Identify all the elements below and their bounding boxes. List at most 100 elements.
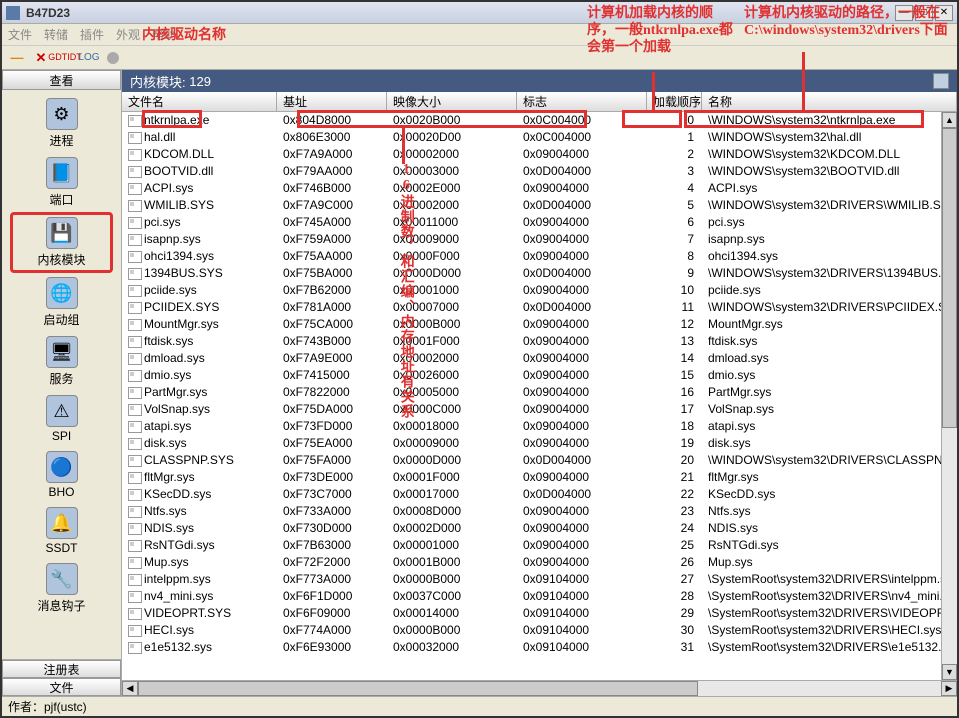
sidebar-item-7[interactable]: 🔔SSDT [2,503,121,559]
table-row[interactable]: KDCOM.DLL0xF7A9A0000x000020000x090040002… [122,146,941,163]
sidebar-item-3[interactable]: 🌐启动组 [2,273,121,332]
scroll-down-icon[interactable]: ▼ [942,664,957,680]
table-row[interactable]: hal.dll0x806E30000x00020D000x0C0040001\W… [122,129,941,146]
cell-file: dmload.sys [144,350,205,367]
sidebar-item-2[interactable]: 💾内核模块 [10,212,113,273]
save-icon[interactable] [933,73,949,89]
col-flag[interactable]: 标志 [517,92,647,111]
table-row[interactable]: e1e5132.sys0xF6E930000x000320000x0910400… [122,639,941,656]
scroll-left-icon[interactable]: ◀ [122,681,138,696]
hscroll-thumb[interactable] [138,681,698,696]
table-row[interactable]: pci.sys0xF745A0000x000110000x090040006pc… [122,214,941,231]
scroll-right-icon[interactable]: ▶ [941,681,957,696]
scroll-thumb[interactable] [942,128,957,428]
table-row[interactable]: pciide.sys0xF7B620000x000010000x09004000… [122,282,941,299]
toolbar-gdt-idt-button[interactable]: GDTIDT [56,49,74,67]
col-base[interactable]: 基址 [277,92,387,111]
cell-base: 0xF7415000 [277,367,387,384]
sidebar-item-5[interactable]: ⚠ SPI [2,391,121,447]
toolbar-minimize-icon[interactable]: — [8,49,26,67]
table-row[interactable]: RsNTGdi.sys0xF7B630000x000010000x0900400… [122,537,941,554]
sidebar-icon: ⚠ [46,395,78,427]
close-button[interactable]: ✕ [935,5,953,21]
sidebar-item-8[interactable]: 🔧消息钩子 [2,559,121,618]
table-row[interactable]: 1394BUS.SYS0xF75BA0000x0000D0000x0D00400… [122,265,941,282]
table-row[interactable]: HECI.sys0xF774A0000x0000B0000x0910400030… [122,622,941,639]
menu-help[interactable]: 帮助 [152,26,176,43]
table-row[interactable]: dmio.sys0xF74150000x000260000x0900400015… [122,367,941,384]
sidebar-item-0[interactable]: ⚙进程 [2,94,121,153]
cell-size: 0x00001000 [387,537,517,554]
menu-transfer[interactable]: 转储 [44,26,68,43]
toolbar-log-button[interactable]: LOG [80,49,98,67]
table-row[interactable]: atapi.sys0xF73FD0000x000180000x090040001… [122,418,941,435]
cell-name: \WINDOWS\system32\hal.dll [702,129,941,146]
cell-base: 0xF7B63000 [277,537,387,554]
table-row[interactable]: disk.sys0xF75EA0000x000090000x0900400019… [122,435,941,452]
menubar: 文件 转储 插件 外观 帮助 [2,24,957,46]
table-row[interactable]: intelppm.sys0xF773A0000x0000B0000x091040… [122,571,941,588]
sidebar-footer-file[interactable]: 文件 [2,678,121,696]
table-row[interactable]: PartMgr.sys0xF78220000x000050000x0900400… [122,384,941,401]
sidebar-icon: 📘 [46,157,78,189]
cell-size: 0x0000B000 [387,571,517,588]
table-row[interactable]: Ntfs.sys0xF733A0000x0008D0000x0900400023… [122,503,941,520]
table-row[interactable]: ntkrnlpa.exe0x804D80000x0020B0000x0C0040… [122,112,941,129]
file-icon [128,506,142,518]
maximize-button[interactable]: □ [915,5,933,21]
sidebar-header[interactable]: 查看 [2,70,121,90]
cell-size: 0x00011000 [387,214,517,231]
table-row[interactable]: KSecDD.sys0xF73C70000x000170000x0D004000… [122,486,941,503]
scroll-up-icon[interactable]: ▲ [942,112,957,128]
table-row[interactable]: NDIS.sys0xF730D0000x0002D0000x0900400024… [122,520,941,537]
cell-file: fltMgr.sys [144,469,195,486]
cell-order: 12 [647,316,702,333]
toolbar-dot-button[interactable] [104,49,122,67]
table-row[interactable]: VolSnap.sys0xF75DA0000x0000C0000x0900400… [122,401,941,418]
table-row[interactable]: ohci1394.sys0xF75AA0000x0000F0000x090040… [122,248,941,265]
sidebar-footer-registry[interactable]: 注册表 [2,660,121,678]
file-icon [128,591,142,603]
col-name[interactable]: 名称 [702,92,957,111]
cell-flag: 0x09004000 [517,214,647,231]
cell-flag: 0x0C004000 [517,112,647,129]
table-row[interactable]: PCIIDEX.SYS0xF781A0000x000070000x0D00400… [122,299,941,316]
sidebar-item-1[interactable]: 📘端口 [2,153,121,212]
menu-file[interactable]: 文件 [8,26,32,43]
table-row[interactable]: fltMgr.sys0xF73DE0000x0001F0000x09004000… [122,469,941,486]
table-row[interactable]: WMILIB.SYS0xF7A9C0000x000020000x0D004000… [122,197,941,214]
cell-size: 0x0001B000 [387,554,517,571]
table-row[interactable]: Mup.sys0xF72F20000x0001B0000x0900400026M… [122,554,941,571]
table-row[interactable]: nv4_mini.sys0xF6F1D0000x0037C0000x091040… [122,588,941,605]
menu-view[interactable]: 外观 [116,26,140,43]
cell-size: 0x0000D000 [387,452,517,469]
minimize-button[interactable]: — [895,5,913,21]
file-icon [128,523,142,535]
cell-order: 3 [647,163,702,180]
cell-base: 0xF72F2000 [277,554,387,571]
cell-file: intelppm.sys [144,571,211,588]
cell-file: e1e5132.sys [144,639,212,656]
table-row[interactable]: CLASSPNP.SYS0xF75FA0000x0000D0000x0D0040… [122,452,941,469]
table-row[interactable]: ftdisk.sys0xF743B0000x0001F0000x09004000… [122,333,941,350]
cell-base: 0x804D8000 [277,112,387,129]
col-size[interactable]: 映像大小 [387,92,517,111]
table-row[interactable]: VIDEOPRT.SYS0xF6F090000x000140000x091040… [122,605,941,622]
sidebar-item-label: SPI [52,429,71,443]
col-order[interactable]: 加载顺序 [647,92,702,111]
sidebar-item-6[interactable]: 🔵BHO [2,447,121,503]
sidebar-item-4[interactable]: 🖥服务 [2,332,121,391]
col-file[interactable]: 文件名 [122,92,277,111]
table-row[interactable]: dmload.sys0xF7A9E0000x000020000x09004000… [122,350,941,367]
menu-plugin[interactable]: 插件 [80,26,104,43]
cell-name: disk.sys [702,435,941,452]
table-row[interactable]: ACPI.sys0xF746B0000x0002E0000x090040004A… [122,180,941,197]
table-row[interactable]: MountMgr.sys0xF75CA0000x0000B0000x090040… [122,316,941,333]
vertical-scrollbar[interactable]: ▲ ▼ [941,112,957,680]
file-icon [128,319,142,331]
table-row[interactable]: BOOTVID.dll0xF79AA0000x000030000x0D00400… [122,163,941,180]
cell-flag: 0x09104000 [517,622,647,639]
horizontal-scrollbar[interactable]: ◀ ▶ [122,680,957,696]
cell-order: 24 [647,520,702,537]
table-row[interactable]: isapnp.sys0xF759A0000x000090000x09004000… [122,231,941,248]
